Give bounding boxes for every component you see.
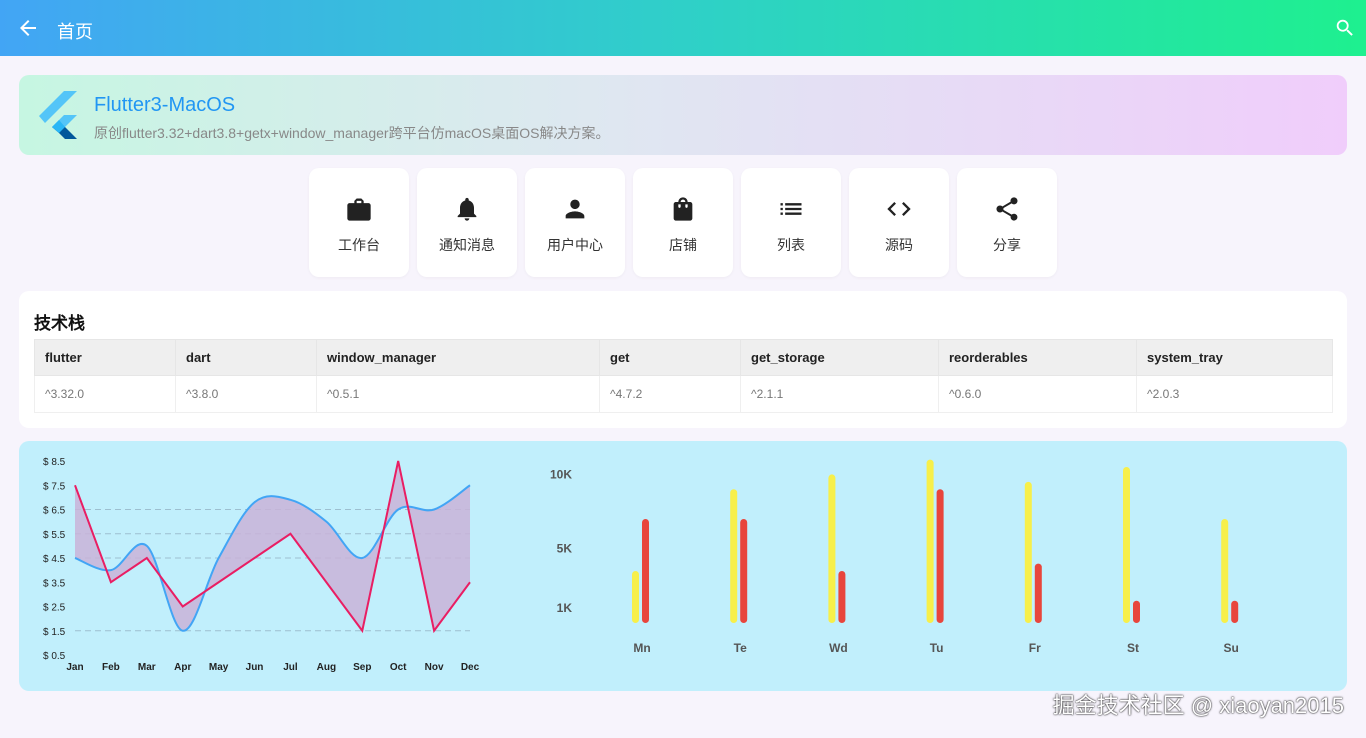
bar (838, 571, 846, 623)
table-header-cell: flutter (34, 339, 176, 376)
table-cell: ^0.5.1 (316, 375, 600, 413)
arrow-left-icon[interactable] (16, 16, 40, 40)
table-header-cell: get_storage (740, 339, 939, 376)
search-icon[interactable] (1334, 17, 1356, 39)
app-bar: 首页 (0, 0, 1366, 56)
x-tick-label: Te (734, 641, 747, 655)
y-tick-label: $ 0.5 (43, 651, 66, 662)
y-tick-label: $ 7.5 (43, 481, 66, 492)
banner-subtitle: 原创flutter3.32+dart3.8+getx+window_manage… (94, 125, 610, 141)
intro-banner: Flutter3-MacOS 原创flutter3.32+dart3.8+get… (19, 75, 1347, 155)
table-header-cell: dart (175, 339, 317, 376)
y-tick-label: $ 5.5 (43, 530, 66, 541)
table-cell: ^2.1.1 (740, 375, 939, 413)
bar (1123, 467, 1130, 623)
bar (1221, 519, 1229, 623)
y-tick-label: $ 2.5 (43, 603, 66, 614)
x-tick-label: Apr (174, 662, 191, 673)
table-cell: ^2.0.3 (1136, 375, 1333, 413)
bar (1024, 481, 1032, 623)
table-header-cell: reorderables (938, 339, 1137, 376)
table-cell: ^3.32.0 (34, 375, 176, 413)
charts-card: $ 0.5 $ 1.5 $ 2.5 $ 3.5 $ 4.5 $ 5.5 $ 6.5 $ 7.5… (19, 441, 1347, 691)
bar (828, 474, 836, 623)
person-icon (561, 195, 589, 223)
bar-chart: 1K 5K 10K Mn Te Wd Tu Fr St Su (550, 459, 1239, 655)
x-tick-label: Jul (283, 662, 298, 673)
nav-source-code[interactable]: 源码 (849, 168, 949, 277)
table-header-cell: window_manager (316, 339, 600, 376)
x-tick-label: May (209, 662, 229, 673)
table-header-cell: system_tray (1136, 339, 1333, 376)
code-icon (885, 195, 913, 223)
bar (632, 571, 639, 623)
bar (642, 519, 649, 623)
x-tick-label: Fr (1029, 641, 1041, 655)
briefcase-icon (345, 195, 373, 223)
bell-icon (453, 195, 481, 223)
y-tick-label: 1K (557, 601, 573, 615)
bar (1034, 563, 1042, 623)
bar (1133, 600, 1140, 623)
nav-list[interactable]: 列表 (741, 168, 841, 277)
nav-shop[interactable]: 店铺 (633, 168, 733, 277)
y-tick-label: 10K (550, 467, 572, 481)
banner-title: Flutter3-MacOS (94, 94, 236, 116)
nav-label: 通知消息 (439, 237, 495, 253)
nav-label: 源码 (885, 237, 913, 253)
y-tick-label: $ 6.5 (43, 506, 66, 517)
y-tick-label: $ 4.5 (43, 554, 66, 565)
table-header-cell: get (599, 339, 741, 376)
table-row: ^3.32.0 ^3.8.0 ^0.5.1 ^4.7.2 ^2.1.1 ^0.6… (34, 375, 1333, 413)
bar (730, 489, 738, 623)
tech-stack-title: 技术栈 (34, 314, 85, 333)
x-tick-label: St (1127, 641, 1139, 655)
x-tick-label: Nov (425, 662, 444, 673)
nav-workbench[interactable]: 工作台 (309, 168, 409, 277)
watermark: 掘金技术社区 @ xiaoyan2015 (1052, 693, 1344, 718)
x-tick-label: Jun (246, 662, 264, 673)
y-tick-label: $ 1.5 (43, 627, 66, 638)
nav-notifications[interactable]: 通知消息 (417, 168, 517, 277)
x-tick-label: Aug (317, 662, 336, 673)
x-tick-label: Feb (102, 662, 120, 673)
page-title: 首页 (57, 22, 93, 42)
y-tick-label: $ 8.5 (43, 457, 66, 468)
nav-label: 列表 (777, 237, 805, 253)
y-tick-label: 5K (557, 542, 573, 556)
series-line-pink (74, 460, 471, 634)
nav-label: 用户中心 (547, 237, 603, 253)
quick-nav: 工作台 通知消息 用户中心 店铺 列表 源码 分享 (309, 168, 1057, 277)
tech-stack-card: 技术栈 flutter dart window_manager get get_… (19, 291, 1347, 428)
bar (936, 489, 944, 623)
x-tick-label: Mar (138, 662, 156, 673)
y-tick-label: $ 3.5 (43, 578, 66, 589)
list-icon (777, 195, 805, 223)
x-tick-label: Su (1224, 641, 1239, 655)
bar (1231, 600, 1239, 623)
x-tick-label: Oct (390, 662, 407, 673)
nav-share[interactable]: 分享 (957, 168, 1057, 277)
share-icon (993, 195, 1021, 223)
table-header-row: flutter dart window_manager get get_stor… (34, 339, 1333, 376)
nav-user-center[interactable]: 用户中心 (525, 168, 625, 277)
nav-label: 分享 (993, 237, 1021, 253)
table-cell: ^0.6.0 (938, 375, 1137, 413)
bar (740, 519, 748, 623)
shopping-bag-icon (669, 195, 697, 223)
x-tick-label: Sep (353, 662, 371, 673)
bar (926, 459, 934, 623)
line-chart: $ 0.5 $ 1.5 $ 2.5 $ 3.5 $ 4.5 $ 5.5 $ 6.5 $ 7.5… (43, 457, 480, 673)
flutter-logo (39, 91, 77, 139)
x-tick-label: Wd (829, 641, 848, 655)
tech-stack-table: flutter dart window_manager get get_stor… (34, 339, 1333, 413)
x-tick-label: Tu (930, 641, 944, 655)
table-cell: ^4.7.2 (599, 375, 741, 413)
nav-label: 店铺 (669, 237, 697, 253)
x-tick-label: Mn (633, 641, 650, 655)
x-tick-label: Jan (66, 662, 83, 673)
table-cell: ^3.8.0 (175, 375, 317, 413)
x-tick-label: Dec (461, 662, 480, 673)
nav-label: 工作台 (338, 237, 380, 253)
